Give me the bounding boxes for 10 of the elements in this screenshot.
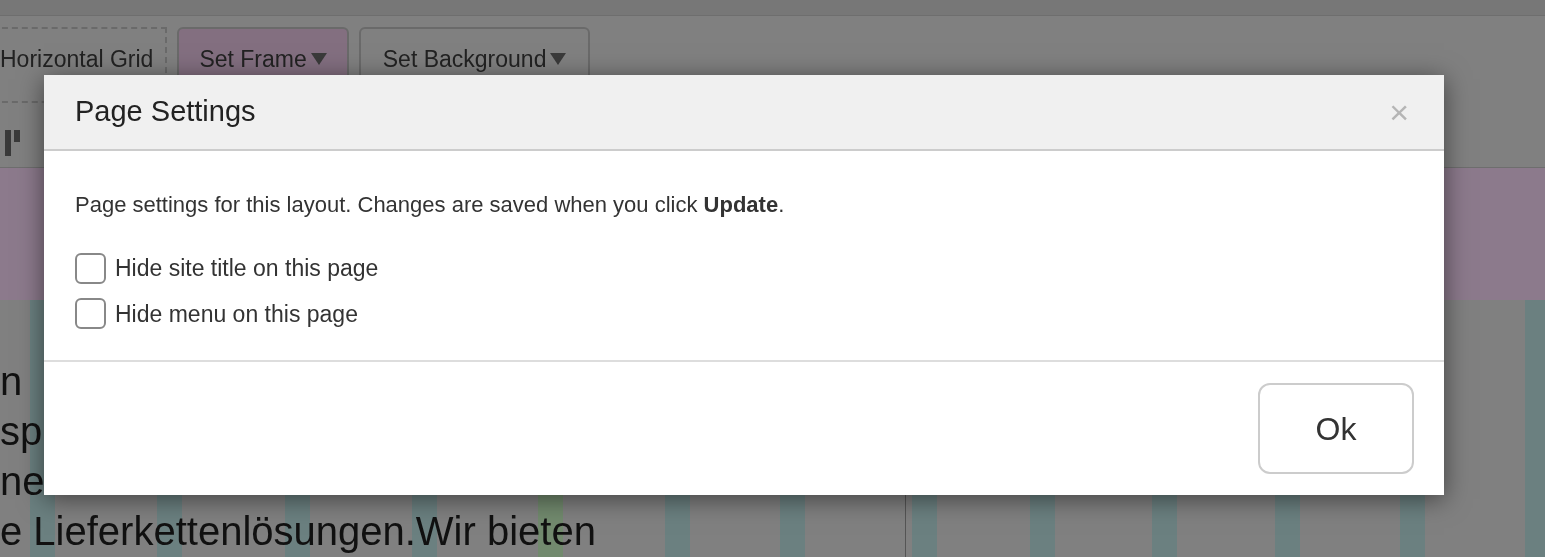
- dialog-description: Page settings for this layout. Changes are saved when you click Update.: [75, 191, 786, 219]
- ok-button[interactable]: Ok: [1258, 383, 1414, 474]
- body-text: sp: [0, 408, 43, 455]
- body-text: ne: [0, 458, 45, 505]
- checkbox-label: Hide site title on this page: [115, 254, 379, 283]
- checkbox[interactable]: [75, 298, 106, 330]
- checkbox-label: Hide menu on this page: [115, 299, 358, 329]
- body-text: e Lieferkettenlösungen.Wir bieten: [0, 508, 596, 555]
- checkbox[interactable]: [75, 252, 106, 284]
- body-text: n: [0, 358, 23, 405]
